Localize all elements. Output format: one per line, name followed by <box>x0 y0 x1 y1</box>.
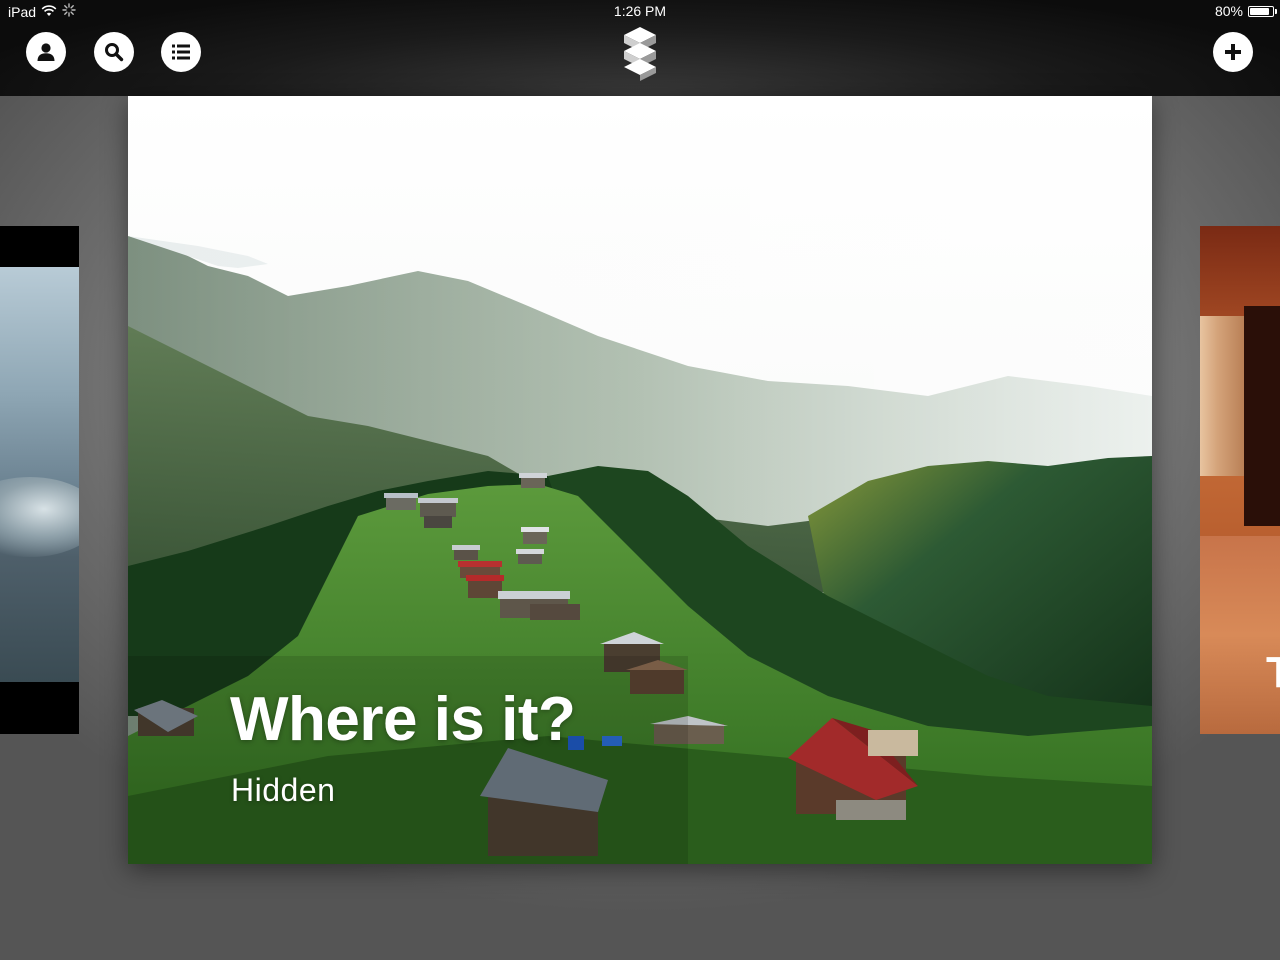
list-icon <box>172 44 190 60</box>
top-bar: iPad 1:26 PM 80% <box>0 0 1280 96</box>
battery-percent: 80% <box>1214 3 1243 19</box>
person-icon <box>37 43 55 61</box>
battery-icon <box>1248 5 1277 17</box>
next-card-title: T <box>1266 648 1280 697</box>
main-card[interactable]: Where is it? Hidden <box>128 96 1152 864</box>
search-button[interactable] <box>94 32 134 72</box>
card-subtitle: Hidden <box>231 772 336 808</box>
previous-card-photo <box>0 267 79 682</box>
search-icon <box>105 43 124 62</box>
profile-button[interactable] <box>26 32 66 72</box>
next-card[interactable]: T <box>1200 226 1280 734</box>
next-card-photo <box>1200 316 1244 476</box>
list-button[interactable] <box>161 32 201 72</box>
stacked-cubes-logo <box>624 27 656 81</box>
plus-icon <box>1225 44 1241 60</box>
status-right: 80% <box>1214 3 1277 19</box>
card-title: Where is it? <box>230 685 576 754</box>
add-button[interactable] <box>1213 32 1253 72</box>
status-time: 1:26 PM <box>613 3 667 19</box>
previous-card[interactable] <box>0 226 79 734</box>
